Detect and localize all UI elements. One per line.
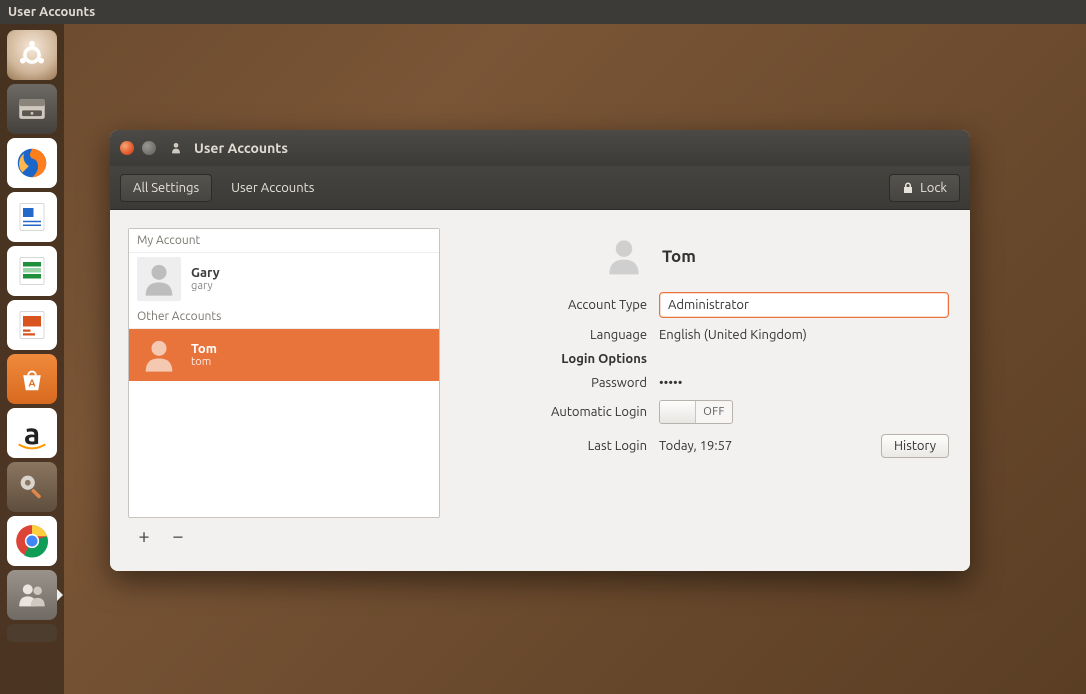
menubar: User Accounts [0, 0, 1086, 24]
other-accounts-header: Other Accounts [129, 305, 439, 329]
login-options-heading: Login Options [472, 352, 647, 366]
user-accounts-window: User Accounts All Settings User Accounts… [110, 130, 970, 571]
chrome-icon [13, 522, 51, 560]
password-label: Password [472, 376, 647, 390]
avatar [137, 257, 181, 301]
all-settings-button[interactable]: All Settings [120, 174, 212, 202]
account-type-combo[interactable]: Administrator [659, 292, 949, 318]
launcher-firefox[interactable] [7, 138, 57, 188]
users-icon [170, 140, 186, 156]
remove-user-button[interactable]: − [166, 524, 190, 547]
content-area: My Account Gary gary Other Accounts [110, 210, 970, 571]
toolbar: All Settings User Accounts Lock [110, 166, 970, 210]
last-login-label: Last Login [472, 439, 647, 453]
software-center-icon: A [17, 364, 47, 394]
user-detail-panel: Tom Account Type Administrator Language … [464, 228, 957, 553]
amazon-smile-icon [16, 442, 48, 452]
person-silhouette-icon [139, 335, 179, 375]
launcher-calc[interactable] [7, 246, 57, 296]
detail-avatar[interactable] [602, 234, 646, 278]
password-value[interactable]: ••••• [659, 376, 949, 390]
launcher-files[interactable] [7, 84, 57, 134]
launcher-software[interactable]: A [7, 354, 57, 404]
language-value[interactable]: English (United Kingdom) [659, 328, 949, 342]
lock-icon [902, 182, 914, 194]
person-silhouette-icon [602, 234, 646, 278]
launcher-chrome[interactable] [7, 516, 57, 566]
breadcrumb-label: User Accounts [231, 181, 314, 195]
account-type-value: Administrator [668, 298, 749, 312]
user-row-tom[interactable]: Tom tom [129, 329, 439, 381]
user-display-name: Gary [191, 266, 220, 280]
breadcrumb-current[interactable]: User Accounts [218, 174, 327, 202]
window-close-button[interactable] [120, 141, 134, 155]
history-button[interactable]: History [881, 434, 949, 458]
user-display-name: Tom [191, 342, 217, 356]
user-list: My Account Gary gary Other Accounts [128, 228, 440, 518]
writer-icon [14, 199, 50, 235]
launcher-overflow [7, 624, 57, 642]
user-row-gary[interactable]: Gary gary [129, 253, 439, 305]
launcher-settings[interactable] [7, 462, 57, 512]
files-icon [15, 92, 49, 126]
launcher-dash[interactable] [7, 30, 57, 80]
all-settings-label: All Settings [133, 181, 199, 195]
user-username: gary [191, 280, 220, 292]
my-account-header: My Account [129, 229, 439, 253]
user-list-actions: + − [128, 518, 440, 553]
lock-label: Lock [920, 181, 947, 195]
detail-user-name[interactable]: Tom [662, 247, 696, 266]
launcher-amazon[interactable]: a [7, 408, 57, 458]
add-user-button[interactable]: + [132, 524, 156, 547]
switch-knob [660, 401, 696, 423]
window-title: User Accounts [194, 140, 288, 156]
launcher-users-active[interactable] [7, 570, 57, 620]
svg-text:A: A [28, 378, 35, 389]
ubuntu-logo-icon [15, 38, 49, 72]
impress-icon [14, 307, 50, 343]
titlebar[interactable]: User Accounts [110, 130, 970, 166]
launcher-impress[interactable] [7, 300, 57, 350]
launcher: A a [0, 24, 64, 694]
launcher-writer[interactable] [7, 192, 57, 242]
switch-state: OFF [696, 406, 732, 418]
firefox-icon [13, 144, 51, 182]
lock-button[interactable]: Lock [889, 174, 960, 202]
menubar-title: User Accounts [8, 5, 95, 19]
person-silhouette-icon [139, 259, 179, 299]
avatar [137, 333, 181, 377]
user-username: tom [191, 356, 217, 368]
window-minimize-button[interactable] [142, 141, 156, 155]
automatic-login-label: Automatic Login [472, 405, 647, 419]
account-type-label: Account Type [472, 298, 647, 312]
automatic-login-switch[interactable]: OFF [659, 400, 733, 424]
settings-icon [15, 470, 49, 504]
last-login-value: Today, 19:57 [659, 439, 732, 453]
users-icon [15, 578, 49, 612]
calc-icon [14, 253, 50, 289]
language-label: Language [472, 328, 647, 342]
